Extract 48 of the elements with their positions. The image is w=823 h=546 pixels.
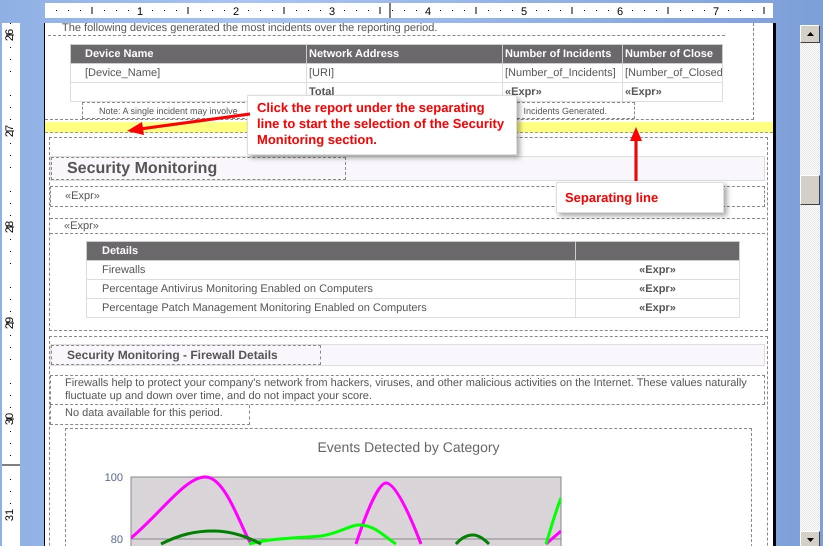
cursor-marker <box>2 464 20 466</box>
column-header: Device Name <box>70 44 306 64</box>
table-cell: Percentage Antivirus Monitoring Enabled on Computers <box>86 280 576 298</box>
callout-arrow <box>630 127 642 181</box>
ruler-number: 27 <box>4 124 16 138</box>
table-cell: «Expr» <box>576 280 740 298</box>
chart-title: Events Detected by Category <box>316 438 501 457</box>
column-header: Number of Incidents <box>502 44 622 64</box>
up-arrow-icon <box>806 32 814 36</box>
scroll-down-button[interactable] <box>800 531 820 546</box>
no-data-text: No data available for this period. <box>50 405 250 425</box>
section-title: Security Monitoring <box>51 157 346 180</box>
ruler-number: 6 <box>616 6 624 18</box>
table-cell: «Expr» <box>576 260 740 280</box>
table-cell: [Number_of_Incidents] <box>502 64 622 82</box>
expression-field: «Expr» <box>50 218 765 234</box>
table-cell: [Device_Name] <box>70 64 306 82</box>
table-cell: Percentage Patch Management Monitoring Enabled on Computers <box>86 298 576 318</box>
axis-label: 100 <box>104 472 123 484</box>
axis-label: 80 <box>110 534 123 546</box>
ruler-number: 31 <box>4 508 16 522</box>
section-title: Security Monitoring - Firewall Details <box>51 345 321 365</box>
down-arrow-icon <box>806 538 814 542</box>
scrollbar-thumb[interactable] <box>800 175 820 205</box>
ruler-number: 30 <box>4 412 16 426</box>
column-header: Number of Close <box>622 44 722 64</box>
ruler-number: 28 <box>4 220 16 234</box>
callout-tooltip: Click the report under the separating line to start the selection of the Security Monitoring section. <box>247 95 517 155</box>
table-cell: «Expr» <box>576 298 740 318</box>
table-cell: «Expr» <box>622 82 722 102</box>
ruler-number: 4 <box>424 6 432 18</box>
ruler-number: 7 <box>712 6 720 18</box>
ruler-number: 26 <box>4 28 16 42</box>
ruler-number: 1 <box>136 6 144 18</box>
note-text: Incidents Generated. <box>523 106 607 116</box>
scroll-up-button[interactable] <box>800 25 820 43</box>
ruler-number: 2 <box>232 6 240 18</box>
table-cell: Firewalls <box>86 260 576 280</box>
callout-tooltip: Separating line <box>556 182 724 213</box>
note-text: Note: A single incident may involve <box>99 106 238 116</box>
column-header: Network Address <box>306 44 502 64</box>
ruler-number: 3 <box>328 6 336 18</box>
ruler-number: 5 <box>520 6 528 18</box>
column-header: Details <box>86 242 576 260</box>
intro-text: The following devices generated the most incidents over the reporting period. <box>48 23 725 36</box>
ruler-number: 29 <box>4 316 16 330</box>
table-cell: [URI] <box>306 64 502 82</box>
description-text: Firewalls help to protect your company's network from hackers, viruses, and other malicious activities on the Internet. These values naturally fluctuate up and down over time, and do not impact your score. <box>50 375 765 405</box>
